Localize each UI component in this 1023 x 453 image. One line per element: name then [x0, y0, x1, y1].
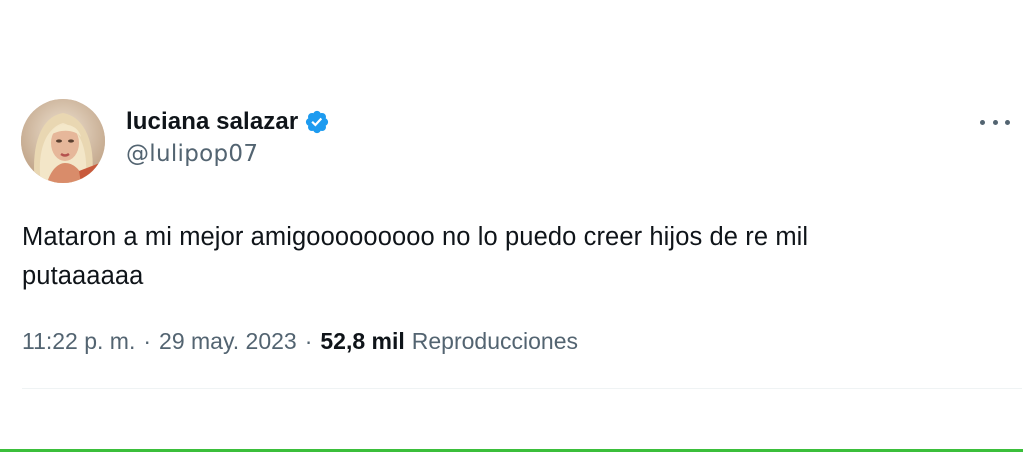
meta-separator: · [143, 328, 152, 354]
tweet-text: Mataron a mi mejor amigooooooooo no lo p… [22, 218, 1002, 296]
dot [1005, 119, 1010, 125]
author-name-row: luciana salazar [126, 107, 330, 137]
author-display-name[interactable]: luciana salazar [126, 108, 298, 136]
tweet-time[interactable]: 11:22 p. m. [22, 328, 135, 355]
views-count: 52,8 mil [320, 328, 405, 354]
tweet-text-line: putaaaaaa [22, 262, 144, 290]
divider [22, 388, 1022, 389]
dot [980, 119, 985, 125]
tweet-text-line: Mataron a mi mejor amigooooooooo no lo p… [22, 223, 809, 251]
profile-photo-icon [21, 99, 105, 183]
ellipsis-icon[interactable] [980, 112, 1010, 132]
dot [992, 119, 998, 125]
author-handle[interactable]: @lulipop07 [126, 141, 258, 167]
avatar[interactable] [21, 99, 105, 183]
tweet-card: luciana salazar @lulipop07 Mataron a mi … [0, 0, 1023, 453]
views-label: Reproducciones [411, 328, 578, 354]
bottom-accent-line [0, 449, 1023, 452]
tweet-date[interactable]: 29 may. 2023 [159, 328, 297, 355]
tweet-meta: 11:22 p. m. · 29 may. 2023 · 52,8 mil Re… [22, 328, 578, 355]
verified-badge-icon [304, 109, 330, 135]
meta-separator: · [304, 328, 313, 354]
